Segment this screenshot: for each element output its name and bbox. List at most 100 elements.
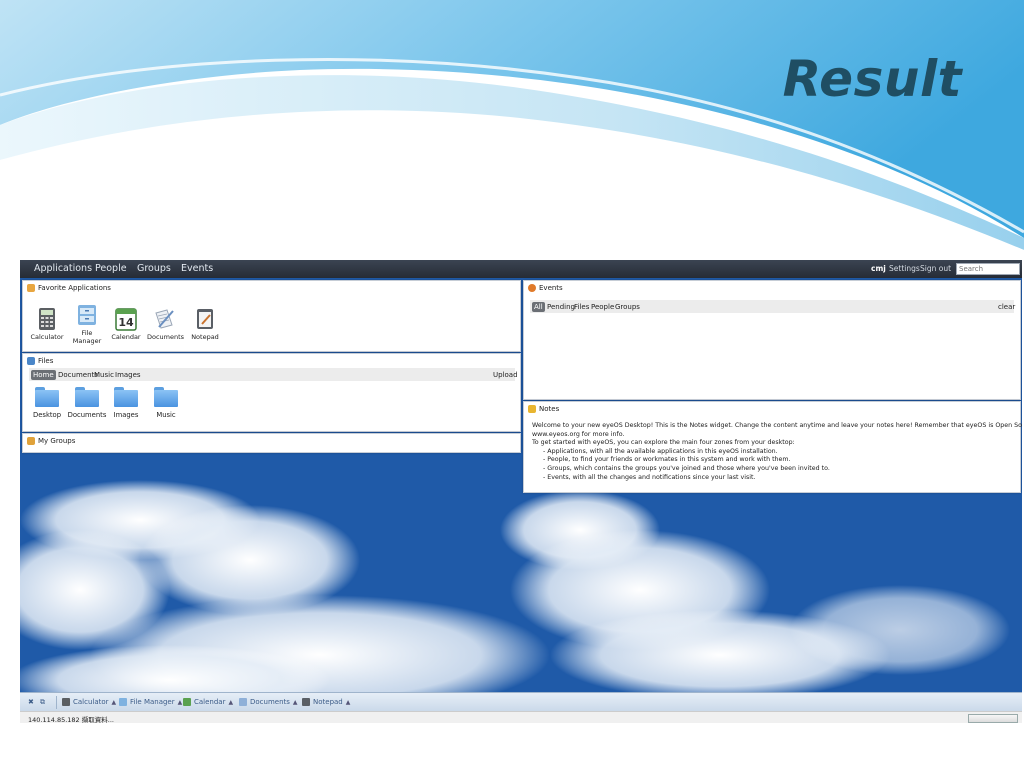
widget-title: Notes [528, 405, 559, 413]
documents-icon [239, 698, 247, 706]
app-label: Notepad [191, 333, 219, 341]
tab-home[interactable]: Home [31, 370, 56, 380]
folder-images[interactable]: Images [104, 387, 148, 419]
folder-label: Images [113, 411, 139, 419]
widget-title: Files [27, 357, 53, 365]
menu-people[interactable]: People [95, 263, 127, 274]
folder-documents[interactable]: Documents [65, 387, 109, 419]
calendar-icon: 14 [115, 307, 137, 331]
task-label: Notepad [313, 698, 343, 706]
filter-groups[interactable]: Groups [613, 302, 642, 312]
browser-status-bar: 140.114.85.182 擷取資料... [20, 711, 1022, 723]
top-menu-bar: Applications People Groups Events cmj Se… [20, 260, 1022, 278]
folder-icon [114, 387, 138, 407]
eyeos-desktop-screenshot: Applications People Groups Events cmj Se… [20, 260, 1022, 723]
task-label: Documents [250, 698, 290, 706]
notes-line: Welcome to your new eyeOS Desktop! This … [532, 422, 1022, 429]
clear-button[interactable]: clear [996, 302, 1017, 312]
widget-title: My Groups [27, 437, 75, 445]
clock-icon [528, 284, 536, 292]
events-filterbar: All Pending Files People Groups clear [530, 300, 1017, 313]
favorite-applications-widget: Favorite Applications Calculator File Ma… [22, 280, 521, 352]
close-all-icon[interactable]: ✖ [28, 698, 34, 706]
file-manager-icon [119, 698, 127, 706]
notes-line: - Groups, which contains the groups you'… [543, 464, 830, 472]
notes-icon [528, 405, 536, 413]
notes-line: - Applications, with all the available a… [543, 447, 778, 455]
widget-title: Events [528, 284, 563, 292]
notes-line: www.eyeos.org for more info. [532, 430, 625, 438]
task-calendar[interactable]: Calendar ▲ [183, 698, 233, 706]
caret-up-icon: ▲ [177, 698, 183, 706]
sign-out-link[interactable]: Sign out [920, 264, 951, 273]
files-tabbar: Home Documents Music Images Upload [29, 368, 518, 381]
documents-icon [153, 307, 175, 331]
show-desktop-icon[interactable]: ⧉ [40, 698, 45, 707]
notes-line: To get started with eyeOS, you can explo… [532, 439, 795, 447]
my-groups-widget: My Groups [22, 433, 521, 453]
files-widget: Files Home Documents Music Images Upload… [22, 353, 521, 432]
menu-groups[interactable]: Groups [137, 263, 171, 274]
task-label: Calendar [194, 698, 226, 706]
slide-title: Result [782, 50, 962, 108]
calculator-icon [62, 698, 70, 706]
notepad-icon [194, 307, 216, 331]
search-input[interactable] [956, 263, 1020, 275]
app-notepad[interactable]: Notepad [188, 307, 222, 341]
widget-title: Favorite Applications [27, 284, 111, 292]
star-icon [27, 284, 35, 292]
menu-applications[interactable]: Applications [34, 263, 92, 274]
task-label: File Manager [130, 698, 175, 706]
folder-icon [35, 387, 59, 407]
notes-widget: Notes Welcome to your new eyeOS Desktop!… [523, 401, 1022, 493]
folder-label: Music [156, 411, 176, 419]
calendar-icon [183, 698, 191, 706]
notes-line: - Events, with all the changes and notif… [543, 473, 756, 481]
tab-images[interactable]: Images [113, 370, 143, 380]
loading-progress-bar [968, 714, 1018, 723]
app-label: File Manager [72, 329, 102, 345]
caret-up-icon: ▲ [111, 698, 117, 706]
folder-desktop[interactable]: Desktop [25, 387, 69, 419]
app-calendar[interactable]: 14 Calendar [109, 307, 143, 341]
task-documents[interactable]: Documents ▲ [239, 698, 298, 706]
caret-up-icon: ▲ [345, 698, 351, 706]
files-title: Files [38, 357, 54, 365]
caret-up-icon: ▲ [228, 698, 234, 706]
folder-music[interactable]: Music [144, 387, 188, 419]
app-file-manager[interactable]: File Manager [70, 303, 104, 345]
task-notepad[interactable]: Notepad ▲ [302, 698, 350, 706]
notepad-icon [302, 698, 310, 706]
events-widget: Events All Pending Files People Groups c… [523, 280, 1021, 400]
file-manager-icon [76, 303, 98, 327]
folder-label: Desktop [32, 411, 62, 419]
app-label: Documents [147, 333, 185, 341]
header-wave-graphic [0, 0, 1024, 250]
task-file-manager[interactable]: File Manager ▲ [119, 698, 182, 706]
notes-line: - People, to find your friends or workma… [543, 456, 791, 464]
notes-title: Notes [539, 405, 560, 413]
my-groups-title[interactable]: My Groups [38, 437, 75, 445]
task-calculator[interactable]: Calculator ▲ [62, 698, 116, 706]
user-name[interactable]: cmj [871, 264, 886, 273]
app-calculator[interactable]: Calculator [30, 307, 64, 341]
favorite-applications-title: Favorite Applications [38, 284, 111, 292]
calendar-day: 14 [118, 316, 134, 329]
events-title: Events [539, 284, 563, 292]
folder-label: Documents [67, 411, 107, 419]
app-documents[interactable]: Documents [147, 307, 185, 341]
status-text: 140.114.85.182 擷取資料... [28, 716, 114, 723]
filter-all[interactable]: All [532, 302, 545, 312]
caret-up-icon: ▲ [292, 698, 298, 706]
app-label: Calendar [111, 333, 141, 341]
folder-icon [75, 387, 99, 407]
notes-content[interactable]: Welcome to your new eyeOS Desktop! This … [532, 422, 1022, 482]
folder-icon [154, 387, 178, 407]
settings-link[interactable]: Settings [889, 264, 920, 273]
app-label: Calculator [30, 333, 64, 341]
groups-icon [27, 437, 35, 445]
upload-button[interactable]: Upload [491, 370, 520, 380]
menu-events[interactable]: Events [181, 263, 213, 274]
files-icon [27, 357, 35, 365]
calculator-icon [36, 307, 58, 331]
